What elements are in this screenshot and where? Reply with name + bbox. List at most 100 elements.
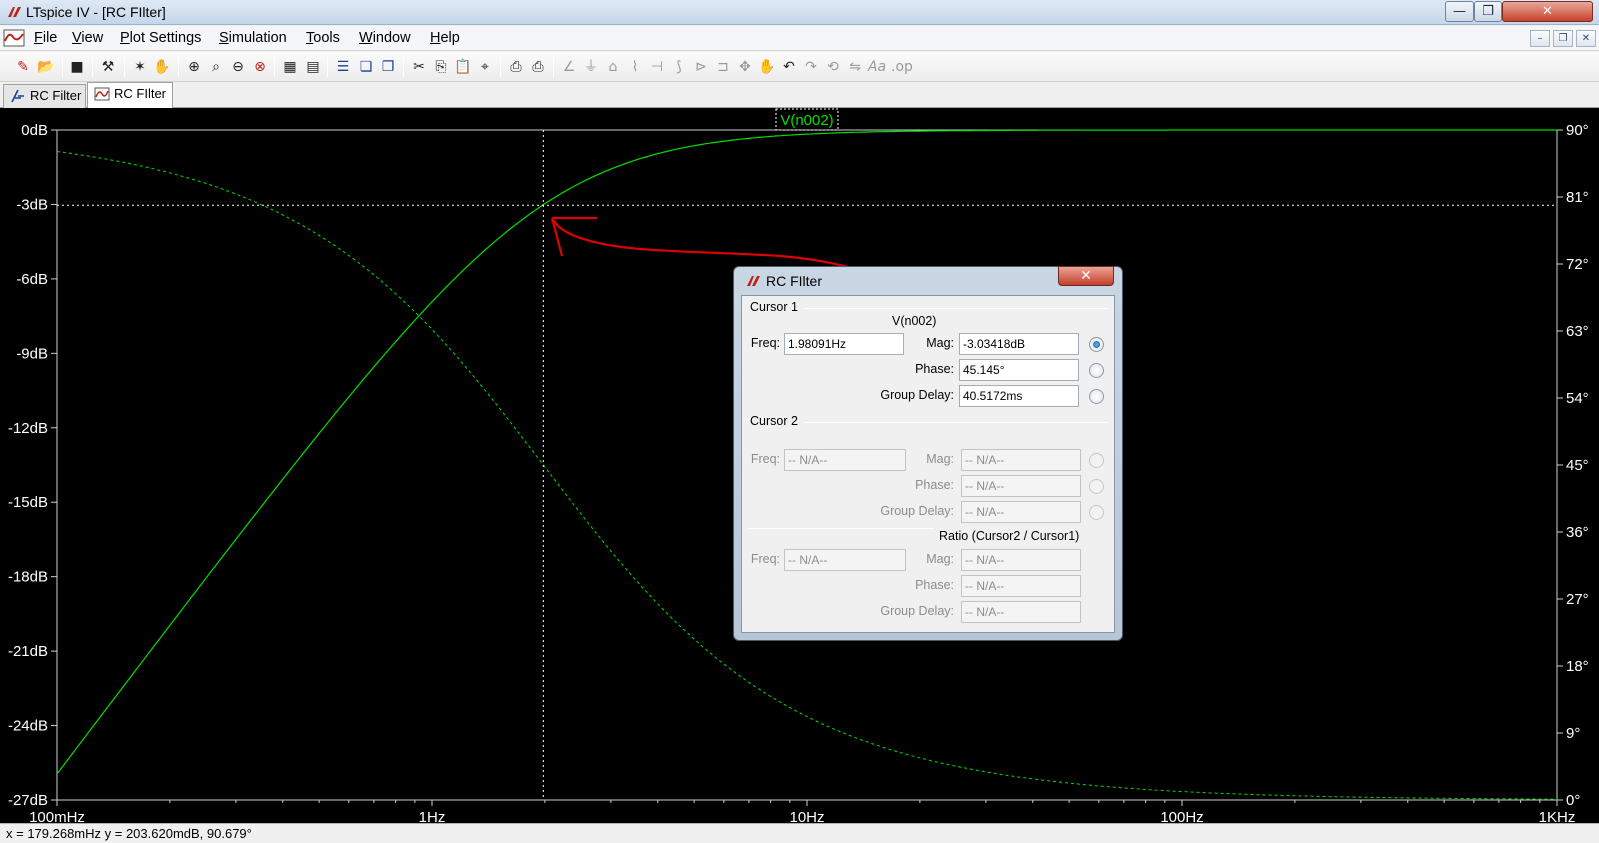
trace-label[interactable]: V(n002) bbox=[780, 112, 833, 129]
zoom-in-icon[interactable]: ⊕ bbox=[184, 57, 204, 77]
pan-icon[interactable]: ✋ bbox=[152, 57, 172, 77]
y-left-tick-label: -18dB bbox=[8, 569, 48, 586]
minimize-button[interactable]: — bbox=[1445, 1, 1474, 22]
ratio-mag-label: Mag: bbox=[926, 552, 954, 566]
dialog-title: RC FIlter bbox=[766, 273, 822, 289]
inductor-icon[interactable]: ⟆ bbox=[669, 57, 689, 77]
ratio-group-delay-field[interactable]: -- N/A-- bbox=[961, 601, 1081, 623]
cursor-readout: x = 179.268mHz y = 203.620mdB, 90.679° bbox=[6, 826, 252, 841]
cursor2-group-delay-field[interactable]: -- N/A-- bbox=[961, 501, 1081, 523]
tab-schematic[interactable]: RC Filter bbox=[3, 84, 86, 108]
y-left-tick-label: -21dB bbox=[8, 643, 48, 660]
cursor2-group-delay-radio[interactable] bbox=[1089, 505, 1104, 520]
cursor2-phase-label: Phase: bbox=[915, 478, 954, 492]
ratio-mag-field[interactable]: -- N/A-- bbox=[961, 549, 1081, 571]
menu-window[interactable]: Window bbox=[359, 30, 411, 46]
label-icon[interactable]: ⌂ bbox=[603, 57, 623, 77]
find-icon[interactable]: ⌖ bbox=[475, 57, 495, 77]
menu-bar: File View Plot Settings Simulation Tools… bbox=[0, 26, 1599, 51]
zoom-out-icon[interactable]: ⊖ bbox=[228, 57, 248, 77]
mirror-icon[interactable]: ⇋ bbox=[845, 57, 865, 77]
cursor1-mag-label: Mag: bbox=[926, 336, 954, 350]
paste-icon[interactable]: 📋 bbox=[453, 57, 473, 77]
move-icon[interactable]: ✥ bbox=[735, 57, 755, 77]
mdi-minimize-button[interactable]: – bbox=[1530, 30, 1550, 47]
cursor2-freq-field[interactable]: -- N/A-- bbox=[784, 449, 906, 471]
spice-directive-icon[interactable]: .op bbox=[891, 57, 913, 77]
y-right-tick-label: 90° bbox=[1566, 122, 1589, 139]
print-preview-icon[interactable]: ⎙ bbox=[506, 57, 526, 77]
component-icon[interactable]: ⊐ bbox=[713, 57, 733, 77]
waveform-icon bbox=[94, 87, 110, 101]
dialog-close-button[interactable]: ✕ bbox=[1058, 266, 1114, 286]
control-panel-icon[interactable]: ⚒ bbox=[98, 57, 118, 77]
cursor2-group-delay-label: Group Delay: bbox=[880, 504, 954, 518]
text-icon[interactable]: Aa bbox=[867, 57, 887, 77]
y-left-tick-label: -27dB bbox=[8, 792, 48, 809]
rotate-icon[interactable]: ⟲ bbox=[823, 57, 843, 77]
cursor1-freq-label: Freq: bbox=[750, 336, 780, 350]
cursor2-mag-label: Mag: bbox=[926, 452, 954, 466]
cursor2-mag-field[interactable]: -- N/A-- bbox=[961, 449, 1081, 471]
copy-icon[interactable]: ⎘ bbox=[431, 57, 451, 77]
y-left-tick-label: 0dB bbox=[21, 122, 48, 139]
dialog-body: Cursor 1 V(n002) Freq: 1.98091Hz Mag: -3… bbox=[741, 295, 1115, 633]
ltspice-window: LTspice IV - [RC FIlter] — ❐ ✕ File View… bbox=[0, 0, 1599, 843]
wire-icon[interactable]: ∠ bbox=[559, 57, 579, 77]
ground-icon[interactable]: ⏚ bbox=[581, 57, 601, 77]
cursor1-phase-label: Phase: bbox=[915, 362, 954, 376]
cursor-dialog: RC FIlter ✕ Cursor 1 V(n002) Freq: 1.980… bbox=[733, 266, 1123, 641]
menu-plot-settings[interactable]: Plot Settings bbox=[120, 30, 201, 46]
open-icon[interactable]: 📂 bbox=[36, 57, 56, 77]
tab-label: RC FIlter bbox=[114, 86, 166, 101]
close-button[interactable]: ✕ bbox=[1502, 1, 1593, 22]
ratio-group-delay-label: Group Delay: bbox=[880, 604, 954, 618]
cursor1-mag-radio[interactable] bbox=[1089, 337, 1104, 352]
capacitor-icon[interactable]: ⊣ bbox=[647, 57, 667, 77]
cursor2-phase-radio[interactable] bbox=[1089, 479, 1104, 494]
cursor1-phase-radio[interactable] bbox=[1089, 363, 1104, 378]
x-tick-label: 100Hz bbox=[1160, 809, 1203, 823]
new-schematic-icon[interactable]: ✎ bbox=[13, 57, 33, 77]
menu-tools[interactable]: Tools bbox=[306, 30, 340, 46]
undo-icon[interactable]: ↶ bbox=[779, 57, 799, 77]
autorange-icon[interactable]: ▦ bbox=[280, 57, 300, 77]
zoom-area-icon[interactable]: ⌕ bbox=[206, 57, 226, 77]
resistor-icon[interactable]: ⌇ bbox=[625, 57, 645, 77]
cursor1-mag-field[interactable]: -3.03418dB bbox=[959, 333, 1079, 355]
cursor1-freq-field[interactable]: 1.98091Hz bbox=[784, 333, 904, 355]
y-right-tick-label: 18° bbox=[1566, 658, 1589, 675]
cursor2-mag-radio[interactable] bbox=[1089, 453, 1104, 468]
cursor1-group-delay-field[interactable]: 40.5172ms bbox=[959, 385, 1079, 407]
zoom-fit-icon[interactable]: ⊗ bbox=[250, 57, 270, 77]
cursor1-phase-field[interactable]: 45.145° bbox=[959, 359, 1079, 381]
y-right-tick-label: 54° bbox=[1566, 390, 1589, 407]
run-icon[interactable]: ✶ bbox=[130, 57, 150, 77]
x-tick-label: 1KHz bbox=[1539, 809, 1576, 823]
tile-vertical-icon[interactable]: ❐ bbox=[378, 57, 398, 77]
autoscale-icon[interactable]: ▤ bbox=[303, 57, 323, 77]
cut-icon[interactable]: ✂ bbox=[409, 57, 429, 77]
y-right-tick-label: 81° bbox=[1566, 189, 1589, 206]
tile-horizontal-icon[interactable]: ☰ bbox=[333, 57, 353, 77]
menu-simulation[interactable]: Simulation bbox=[219, 30, 287, 46]
menu-view[interactable]: View bbox=[72, 30, 103, 46]
cursor2-phase-field[interactable]: -- N/A-- bbox=[961, 475, 1081, 497]
y-left-tick-label: -9dB bbox=[16, 345, 48, 362]
diode-icon[interactable]: ⊳ bbox=[691, 57, 711, 77]
ratio-phase-field[interactable]: -- N/A-- bbox=[961, 575, 1081, 597]
print-icon[interactable]: ⎙ bbox=[528, 57, 548, 77]
mdi-restore-button[interactable]: ❐ bbox=[1553, 30, 1573, 47]
mdi-close-button[interactable]: ✕ bbox=[1576, 30, 1596, 47]
ratio-freq-field[interactable]: -- N/A-- bbox=[784, 549, 906, 571]
drag-icon[interactable]: ✋ bbox=[757, 57, 777, 77]
cascade-icon[interactable]: ❏ bbox=[356, 57, 376, 77]
maximize-button[interactable]: ❐ bbox=[1474, 1, 1502, 22]
waveform-document-icon[interactable] bbox=[3, 29, 25, 47]
menu-file[interactable]: File bbox=[34, 30, 57, 46]
menu-help[interactable]: Help bbox=[430, 30, 460, 46]
tab-waveform[interactable]: RC FIlter bbox=[87, 82, 173, 108]
cursor1-group-delay-radio[interactable] bbox=[1089, 389, 1104, 404]
redo-icon[interactable]: ↷ bbox=[801, 57, 821, 77]
save-icon[interactable]: ■ bbox=[67, 57, 87, 77]
